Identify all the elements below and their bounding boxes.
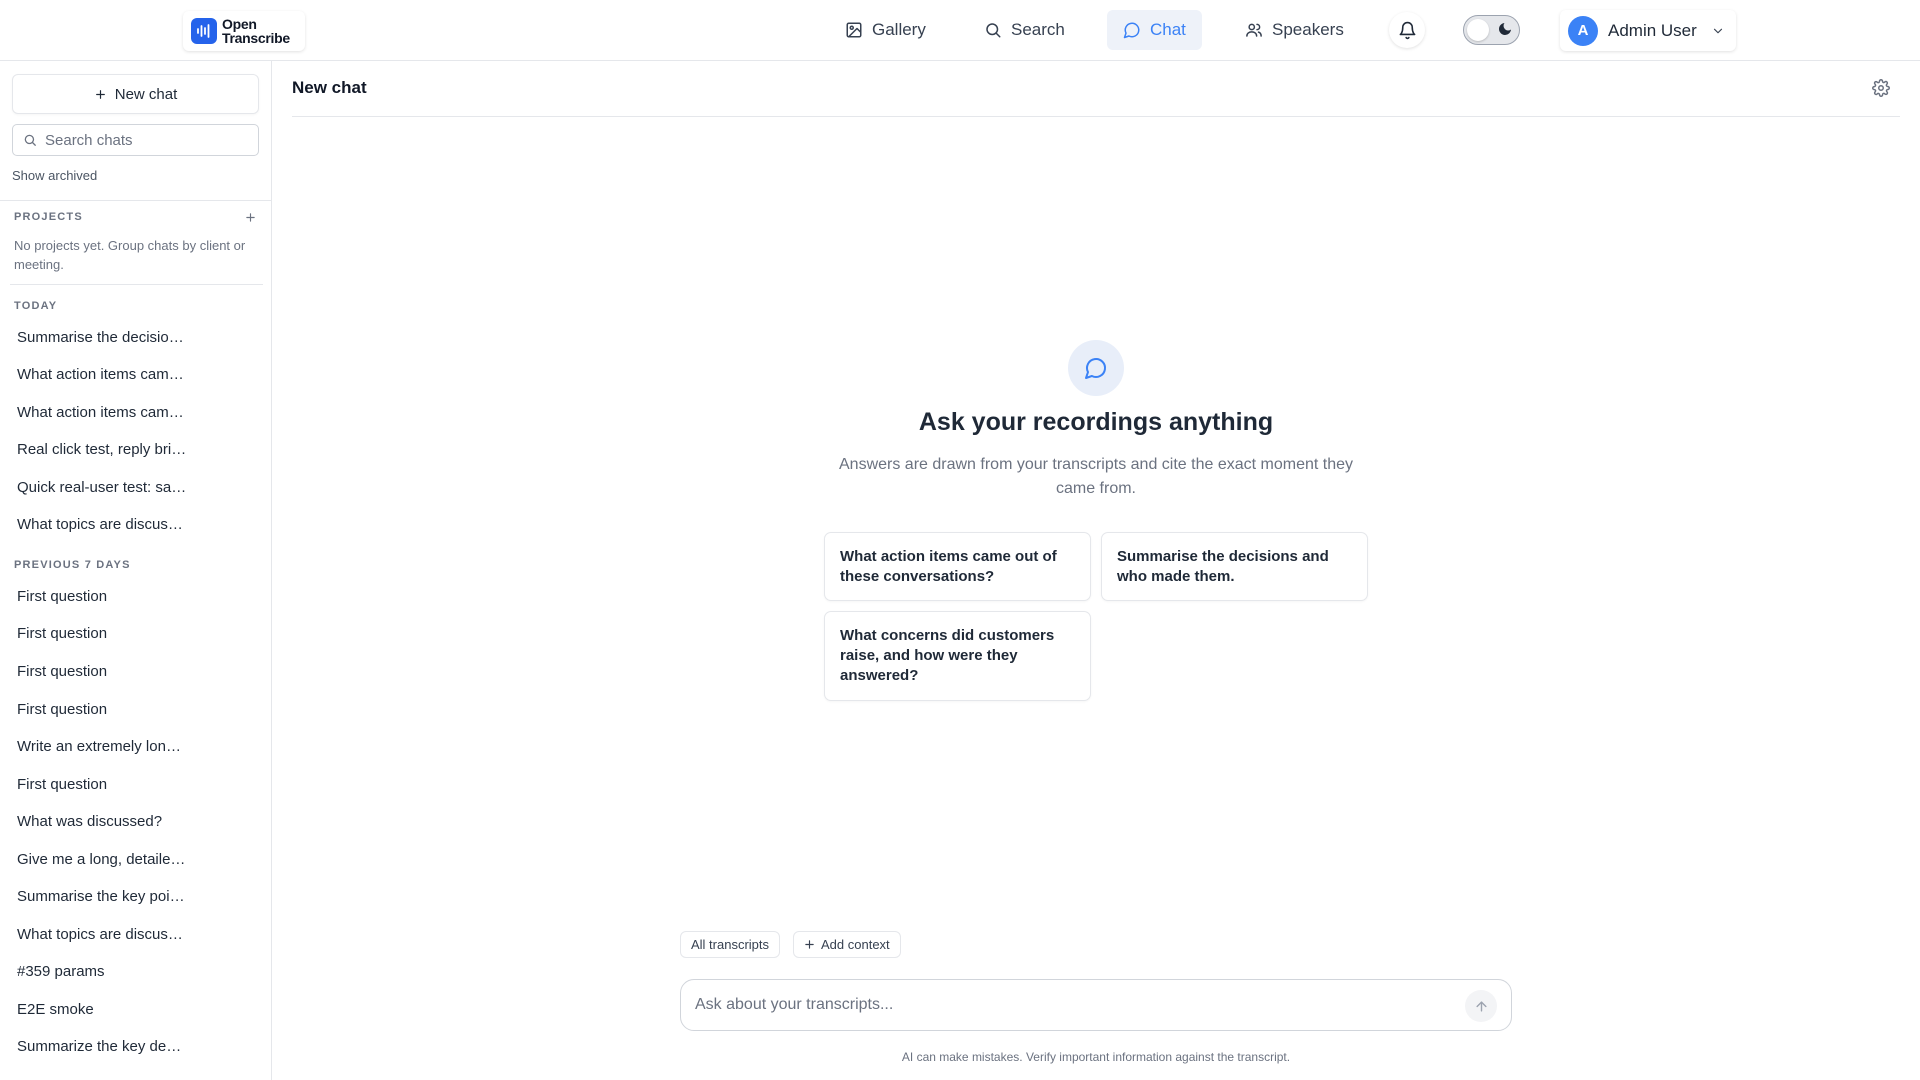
chat-header: New chat <box>292 61 1900 117</box>
chat-empty-state-icon <box>1068 340 1124 396</box>
projects-heading: PROJECTS <box>14 211 83 223</box>
theme-toggle[interactable] <box>1463 15 1520 45</box>
app-logo[interactable]: Open Transcribe <box>183 11 305 51</box>
chat-list-item[interactable]: Summarise the key points <box>17 888 187 905</box>
divider <box>10 284 263 285</box>
suggestion-card[interactable]: What concerns did customers raise, and h… <box>824 611 1091 701</box>
notifications-button[interactable] <box>1389 12 1425 48</box>
all-transcripts-chip[interactable]: All transcripts <box>680 931 781 958</box>
avatar: A <box>1568 15 1598 46</box>
image-icon <box>846 22 862 38</box>
nav-speakers-label: Speakers <box>1272 20 1344 39</box>
message-input[interactable] <box>695 994 1455 1016</box>
chat-list-item[interactable]: First question <box>17 701 187 718</box>
nav-search-label: Search <box>1011 20 1065 39</box>
nav-gallery[interactable]: Gallery <box>829 10 942 50</box>
ai-disclaimer: AI can make mistakes. Verify important i… <box>901 1050 1291 1064</box>
projects-empty-text: No projects yet. Group chats by client o… <box>14 238 246 272</box>
chat-sidebar: New chat Show archived PROJECTS No proje… <box>0 61 272 1080</box>
nav-chat-label: Chat <box>1150 20 1186 39</box>
suggestion-card[interactable]: What action items came out of these conv… <box>824 532 1091 601</box>
previous-7-days-heading: PREVIOUS 7 DAYS <box>14 559 131 571</box>
message-composer <box>680 979 1512 1031</box>
plus-icon <box>246 213 255 222</box>
new-chat-button[interactable]: New chat <box>12 74 259 114</box>
chat-list-item[interactable]: What action items came out of these conv… <box>17 366 187 383</box>
chat-list-item[interactable]: Give me a long, detailed answer <box>17 851 187 868</box>
nav-speakers[interactable]: Speakers <box>1229 10 1360 50</box>
nav-search[interactable]: Search <box>968 10 1081 50</box>
all-transcripts-label: All transcripts <box>691 937 770 952</box>
gear-icon[interactable] <box>1872 79 1890 97</box>
chevron-down-icon <box>1713 28 1722 33</box>
plus-icon <box>805 940 814 949</box>
chat-list-item[interactable]: Real click test, reply briefly <box>17 441 187 458</box>
add-context-label: Add context <box>821 937 890 952</box>
chat-list-item[interactable]: Summarize the key decisions <box>17 1038 187 1055</box>
app-logo-line2: Transcribe <box>222 30 290 46</box>
send-button[interactable] <box>1465 990 1497 1022</box>
empty-state-title: Ask your recordings anything <box>918 408 1274 436</box>
chat-list-item[interactable]: Write an extremely long answer <box>17 738 187 755</box>
nav-chat[interactable]: Chat <box>1107 10 1202 50</box>
chat-list-item[interactable]: #359 params <box>17 963 187 980</box>
chat-bubble-icon <box>1123 22 1140 39</box>
top-navigation-bar: Open Transcribe Gallery Search Chat Spea… <box>0 0 1920 61</box>
search-chats-input[interactable] <box>45 131 245 149</box>
waveform-logo-icon <box>191 18 217 44</box>
chat-list-item[interactable]: First question <box>17 776 187 793</box>
divider <box>0 200 271 201</box>
chat-list-item[interactable]: What topics are discussed? <box>17 926 187 943</box>
chat-bubble-icon <box>1085 358 1106 379</box>
arrow-up-icon <box>1475 1000 1487 1012</box>
add-project-button[interactable] <box>245 211 256 227</box>
chat-list-item[interactable]: E2E smoke <box>17 1001 187 1018</box>
show-archived-link[interactable]: Show archived <box>12 168 97 183</box>
chat-list-item[interactable]: What topics are discussed? <box>17 516 187 533</box>
users-icon <box>1246 23 1262 37</box>
add-context-button[interactable]: Add context <box>793 931 901 958</box>
chat-list-item[interactable]: First question <box>17 625 187 642</box>
moon-icon <box>1499 23 1511 35</box>
search-chats-field[interactable] <box>12 124 259 156</box>
toggle-knob <box>1467 19 1489 41</box>
nav-gallery-label: Gallery <box>872 20 926 39</box>
chat-list-item[interactable]: First question <box>17 588 187 605</box>
search-icon <box>24 134 36 146</box>
chat-list-item[interactable]: Quick real-user test: say hello <box>17 479 187 496</box>
suggestion-card[interactable]: Summarise the decisions and who made the… <box>1101 532 1368 601</box>
plus-icon <box>95 89 105 99</box>
new-chat-label: New chat <box>114 85 178 103</box>
page-title: New chat <box>292 78 367 97</box>
app-logo-text: Open Transcribe <box>222 17 290 45</box>
today-heading: TODAY <box>14 300 58 312</box>
empty-state-subtitle: Answers are drawn from your transcripts … <box>839 456 1353 497</box>
chat-list-item[interactable]: What was discussed? <box>17 813 187 830</box>
chat-list-item[interactable]: First question <box>17 663 187 680</box>
search-icon <box>986 23 1001 38</box>
user-menu-button[interactable]: A Admin User <box>1560 10 1736 51</box>
user-name: Admin User <box>1608 20 1697 40</box>
chat-list-item[interactable]: Summarise the decisions and who made the… <box>17 329 187 346</box>
app-logo-line1: Open <box>222 16 257 32</box>
bell-icon <box>1399 21 1415 39</box>
chat-list-item[interactable]: What action items came out of these conv… <box>17 404 187 421</box>
